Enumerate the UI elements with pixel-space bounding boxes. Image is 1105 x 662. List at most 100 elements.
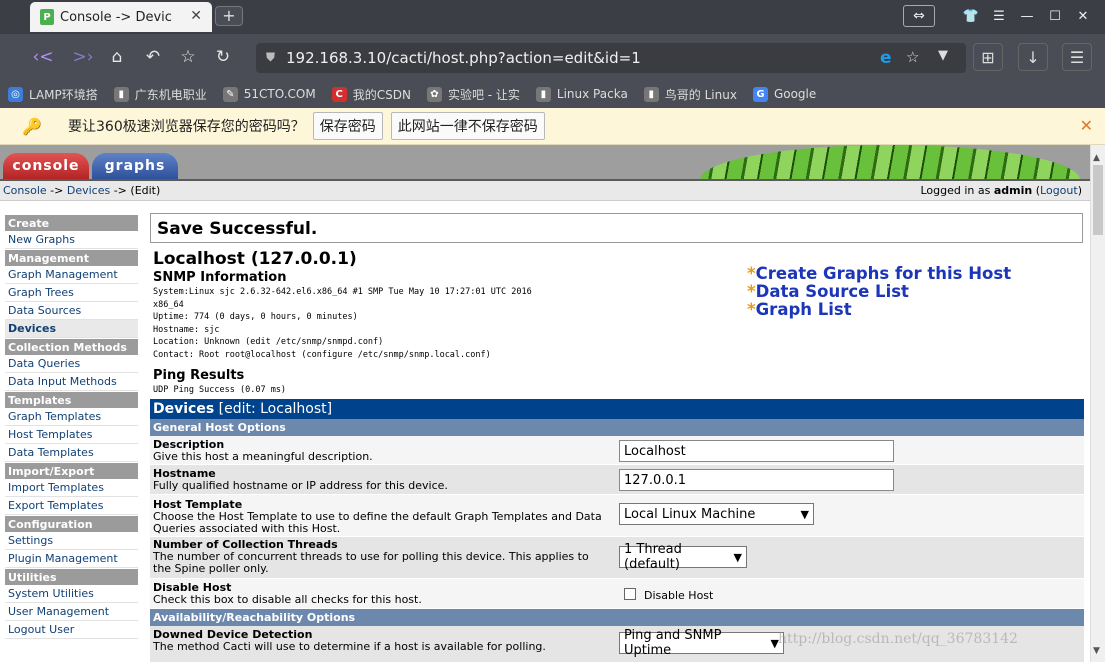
bookmark-item[interactable]: ◎ LAMP环境搭: [8, 86, 98, 103]
description-input[interactable]: [619, 440, 894, 462]
login-user: admin: [993, 184, 1033, 197]
browser-tab[interactable]: P Console -> Devices ✕: [30, 2, 212, 32]
address-bar[interactable]: ⛊ 192.168.3.10/cacti/host.php?action=edi…: [256, 43, 966, 73]
sidebar-item-link[interactable]: User Management: [8, 605, 109, 618]
ping-heading: Ping Results: [153, 368, 245, 383]
reload-icon[interactable]: ↻: [210, 44, 236, 70]
group-availability-options: Availability/Reachability Options: [150, 609, 1084, 626]
group-general-options: General Host Options: [150, 419, 1084, 436]
sidebar-item[interactable]: Import Templates: [5, 479, 138, 497]
maximize-icon[interactable]: ☐: [1041, 4, 1069, 28]
host-link[interactable]: Create Graphs for this Host: [756, 264, 1011, 283]
sidebar-item[interactable]: Graph Trees: [5, 284, 138, 302]
sidebar-section-header: Management: [5, 249, 138, 266]
home-icon[interactable]: ⌂: [104, 44, 130, 70]
sidebar-item-link[interactable]: New Graphs: [8, 233, 75, 246]
apps-grid-icon[interactable]: ⊞: [973, 43, 1003, 71]
host-template-select[interactable]: Local Linux Machine ▼: [619, 503, 814, 525]
sidebar-item-link[interactable]: Data Queries: [8, 357, 80, 370]
scroll-up-icon[interactable]: ▲: [1093, 153, 1100, 163]
bookmark-star-icon[interactable]: ☆: [906, 48, 919, 66]
sidebar-item[interactable]: System Utilities: [5, 585, 138, 603]
sidebar-item[interactable]: Data Sources: [5, 302, 138, 320]
sidebar-item[interactable]: Settings: [5, 532, 138, 550]
sidebar-item-link[interactable]: Plugin Management: [8, 552, 118, 565]
sidebar-item-link[interactable]: Logout User: [8, 623, 74, 636]
sidebar-item-link[interactable]: Data Input Methods: [8, 375, 117, 388]
logout-link[interactable]: Logout: [1040, 184, 1078, 197]
menu-icon[interactable]: ☰: [985, 4, 1013, 28]
password-save-bar: 🔑 要让360极速浏览器保存您的密码吗？ 保存密码 此网站一律不保存密码 ✕: [0, 108, 1105, 145]
key-icon: 🔑: [22, 116, 42, 136]
sidebar-item-link[interactable]: Import Templates: [8, 481, 104, 494]
close-bar-icon[interactable]: ✕: [1080, 116, 1093, 135]
sidebar-item[interactable]: Plugin Management: [5, 550, 138, 568]
favorites-icon[interactable]: ☆: [175, 44, 201, 70]
undo-icon[interactable]: ↶: [140, 44, 166, 70]
hostname-input[interactable]: [619, 469, 894, 491]
sidebar-item[interactable]: Graph Management: [5, 266, 138, 284]
sidebar-item[interactable]: Devices: [5, 320, 138, 338]
row-host-template: Host Template Choose the Host Template t…: [150, 495, 1084, 537]
sidebar-item-link[interactable]: System Utilities: [8, 587, 94, 600]
sidebar-item-link[interactable]: Host Templates: [8, 428, 92, 441]
sidebar-item-link[interactable]: Data Templates: [8, 446, 94, 459]
sidebar-item-link[interactable]: Data Sources: [8, 304, 81, 317]
skin-icon[interactable]: 👕: [957, 4, 985, 28]
bookmark-item[interactable]: ✎ 51CTO.COM: [222, 86, 316, 102]
bookmark-item[interactable]: ▮ 鸟哥的 Linux: [643, 86, 737, 103]
url-text[interactable]: 192.168.3.10/cacti/host.php?action=edit&…: [286, 49, 641, 67]
sidebar-item-link[interactable]: Export Templates: [8, 499, 103, 512]
breadcrumb-current: (Edit): [130, 184, 161, 197]
sidebar-item[interactable]: Data Queries: [5, 355, 138, 373]
sidebar-item[interactable]: New Graphs: [5, 231, 138, 249]
tab-graphs[interactable]: graphs: [92, 153, 178, 180]
sidebar-item-link[interactable]: Graph Trees: [8, 286, 74, 299]
address-dropdown-icon[interactable]: ▼: [938, 48, 948, 63]
minimize-icon[interactable]: —: [1013, 4, 1041, 28]
breadcrumb: Console -> Devices -> (Edit): [3, 184, 160, 197]
host-link[interactable]: Data Source List: [756, 282, 909, 301]
download-icon[interactable]: ↓: [1018, 43, 1048, 71]
sidebar-item[interactable]: Logout User: [5, 621, 138, 639]
downed-detection-select[interactable]: Ping and SNMP Uptime ▼: [619, 628, 784, 658]
host-link[interactable]: Graph List: [756, 300, 852, 319]
bookmark-item[interactable]: C 我的CSDN: [331, 86, 411, 103]
sidebar-item-link[interactable]: Graph Management: [8, 268, 118, 281]
sidebar-item[interactable]: User Management: [5, 603, 138, 621]
tab-console[interactable]: console: [3, 153, 89, 180]
sidebar-item-link[interactable]: Graph Templates: [8, 410, 101, 423]
new-tab-button[interactable]: +: [215, 6, 243, 26]
tab-title: Console -> Devices: [60, 9, 172, 25]
mini-mode-icon[interactable]: ⇔: [903, 5, 935, 27]
sidebar-item[interactable]: Export Templates: [5, 497, 138, 515]
scroll-down-icon[interactable]: ▼: [1093, 646, 1100, 656]
bookmark-item[interactable]: ✿ 实验吧 - 让实: [426, 86, 520, 103]
save-password-button[interactable]: 保存密码: [312, 112, 383, 140]
forward-icon[interactable]: >›: [70, 44, 96, 70]
save-message: Save Successful.: [150, 213, 1083, 243]
bookmark-item[interactable]: G Google: [752, 86, 816, 102]
back-icon[interactable]: ‹<: [30, 44, 56, 70]
sidebar-item[interactable]: Data Input Methods: [5, 373, 138, 391]
bookmark-item[interactable]: ▮ Linux Packa: [535, 86, 628, 102]
sidebar-item[interactable]: Graph Templates: [5, 408, 138, 426]
tab-close-icon[interactable]: ✕: [190, 8, 202, 24]
ie-mode-icon[interactable]: e: [880, 48, 898, 68]
breadcrumb-devices[interactable]: Devices: [67, 184, 110, 197]
never-save-button[interactable]: 此网站一律不保存密码: [390, 112, 545, 140]
bookmark-item[interactable]: ▮ 广东机电职业: [113, 86, 207, 103]
sidebar-item-link[interactable]: Devices: [8, 322, 56, 335]
sidebar-item[interactable]: Host Templates: [5, 426, 138, 444]
browser-menu-icon[interactable]: ☰: [1062, 43, 1092, 71]
breadcrumb-console[interactable]: Console: [3, 184, 47, 197]
disable-host-checkbox-label[interactable]: Disable Host: [644, 589, 713, 602]
threads-help: The number of concurrent threads to use …: [153, 550, 589, 575]
sidebar-item[interactable]: Data Templates: [5, 444, 138, 462]
scroll-thumb[interactable]: [1093, 165, 1103, 235]
page-scrollbar[interactable]: ▲ ▼: [1090, 145, 1105, 662]
threads-select[interactable]: 1 Thread (default) ▼: [619, 542, 747, 572]
close-window-icon[interactable]: ✕: [1069, 4, 1097, 28]
sidebar-item-link[interactable]: Settings: [8, 534, 53, 547]
disable-host-checkbox[interactable]: [624, 588, 636, 600]
